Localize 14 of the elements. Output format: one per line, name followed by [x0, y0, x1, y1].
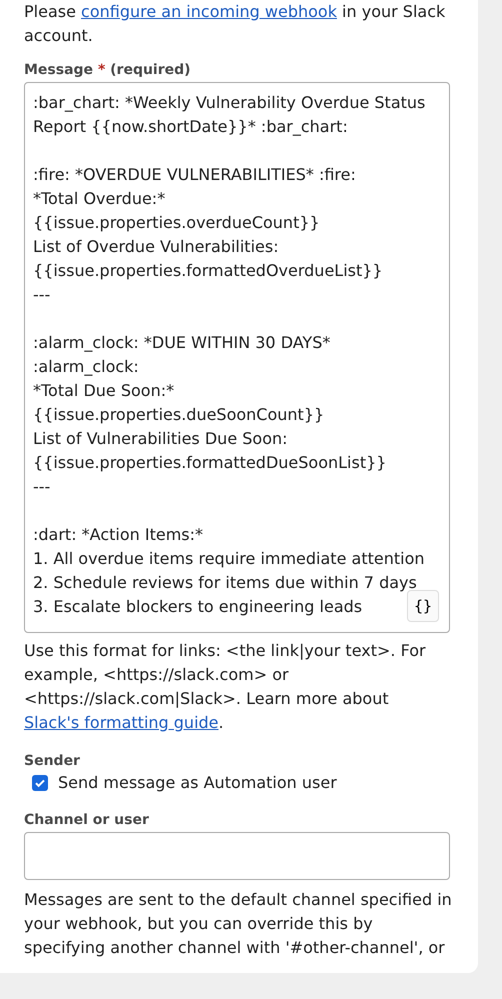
webhook-link[interactable]: configure an incoming webhook [81, 2, 337, 21]
instructions-text: Please configure an incoming webhook in your Slack account. [24, 1, 446, 47]
checkbox-label: Send message as Automation user [58, 773, 337, 792]
formatting-guide-link[interactable]: Slack's formatting guide [24, 713, 219, 732]
channel-help-text: Messages are sent to the default channel specified in your webhook, but you can override this by specifying another channel with '#other-channel', or [24, 889, 453, 959]
channel-input[interactable] [24, 832, 450, 880]
sender-label: Sender [24, 753, 81, 769]
message-field[interactable]: :bar_chart: *Weekly Vulnerability Overdue Status Report {{now.shortDate}}* :bar_chart: :fire: *OVERDUE VULNERABILITIES* :fire: *Total Overdue:* {{issue.properties.overdueCount}} List of Overdue Vulnerabilities: {{issue.properties.formattedOverdueList}} --- :alarm_clock: *DUE WITHIN 30 DAYS* :alarm_clock: *Total Due Soon:* {{issue.properties.dueSoonCount}} List of Vulnerabilities Due Soon: {{issue.properties.formattedDueSoonList}} --- :dart: *Action Items:* 1. All overdue items require immediate attention 2. Schedule reviews for items due within 7 days 3. Escalate blockers to engineering leads {} [24, 82, 450, 633]
checkbox[interactable] [32, 774, 48, 790]
formatting-help-text: Use this format for links: <the link|your text>. For example, <https://slack.com> or <https://slack.com|Slack>. Learn more about Slack's formatting guide. [24, 640, 427, 734]
smart-value-button[interactable]: {} [407, 590, 439, 622]
check-icon [34, 776, 46, 788]
message-label: Message * (required) [24, 62, 192, 78]
channel-label: Channel or user [24, 812, 150, 828]
